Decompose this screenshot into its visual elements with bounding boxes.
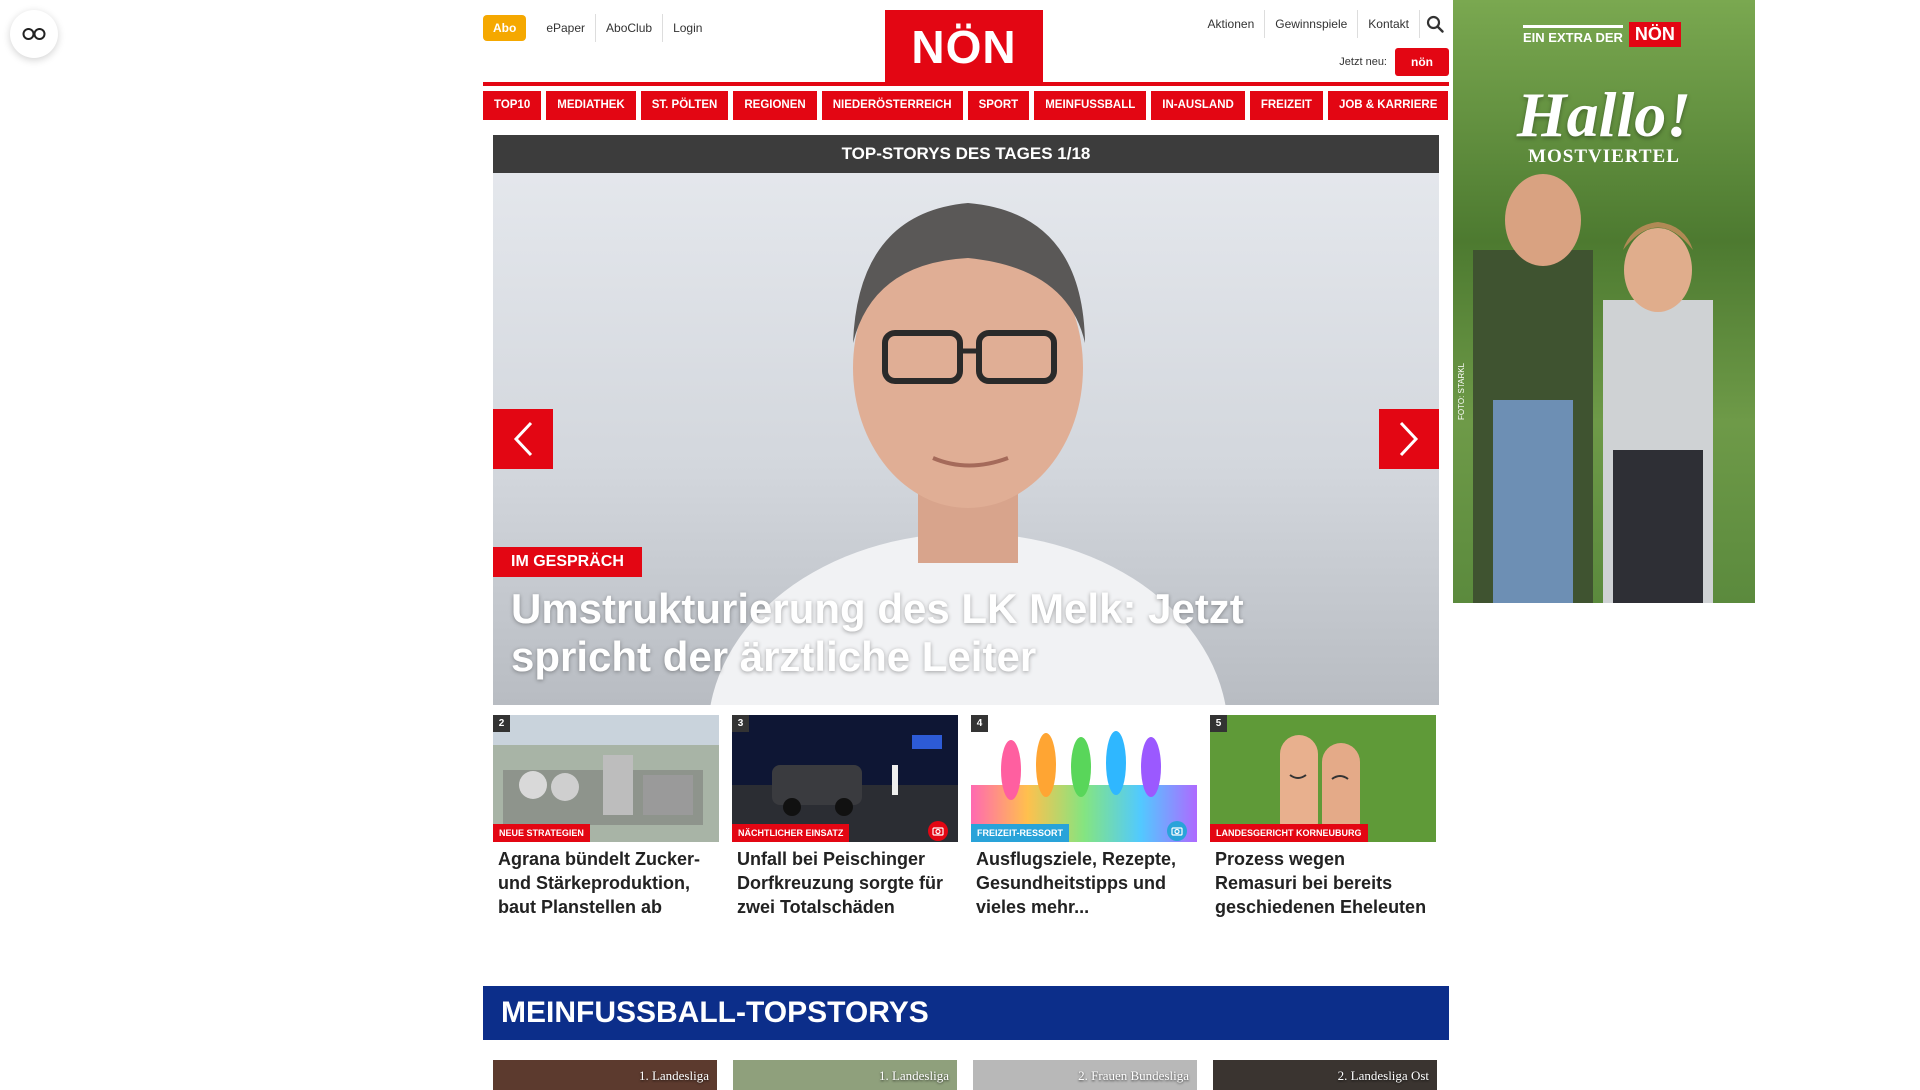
teaser-card[interactable]: 2 NEUE STRATEGIEN Agrana bündelt Zucker-… <box>493 715 719 919</box>
top-storys-bar: TOP-STORYS DES TAGES 1/18 <box>493 135 1439 173</box>
accident-image <box>732 715 958 842</box>
teaser-title[interactable]: Ausflugsziele, Rezepte, Gesundheitstipps… <box>971 842 1197 919</box>
ad-extra-text: EIN EXTRA DER <box>1523 24 1623 45</box>
kontakt-link[interactable]: Kontakt <box>1357 10 1419 38</box>
meinfussball-cards: 1. Landesliga 1. Landesliga 2. Frauen Bu… <box>493 1060 1439 1090</box>
hero-slide[interactable]: IM GESPRÄCH Umstrukturierung des LK Melk… <box>493 173 1439 705</box>
nav-item-job-karriere[interactable]: JOB & KARRIERE <box>1327 91 1449 120</box>
fussball-card-label: 2. Landesliga Ost <box>1337 1068 1429 1083</box>
glasses-icon <box>22 28 46 40</box>
search-icon[interactable] <box>1419 10 1449 38</box>
nav-item-meinfussball[interactable]: MEINFUSSBALL <box>1034 91 1147 120</box>
teaser-kicker: NEUE STRATEGIEN <box>493 824 590 842</box>
epaper-link[interactable]: ePaper <box>536 14 595 42</box>
fussball-card[interactable]: 1. Landesliga <box>493 1060 717 1090</box>
hero-kicker: IM GESPRÄCH <box>493 547 642 577</box>
teaser-number: 2 <box>493 715 510 732</box>
nav-item-st-poelten[interactable]: ST. PÖLTEN <box>640 91 729 120</box>
teaser-image[interactable]: 5 LANDESGERICHT KORNEUBURG <box>1210 715 1436 842</box>
chevron-left-icon <box>513 421 533 457</box>
teaser-number: 3 <box>732 715 749 732</box>
teaser-kicker: NÄCHTLICHER EINSATZ <box>732 824 850 842</box>
nav-item-sport[interactable]: SPORT <box>967 91 1030 120</box>
teaser-kicker: LANDESGERICHT KORNEUBURG <box>1210 824 1368 842</box>
camera-icon <box>928 821 948 841</box>
camera-icon <box>1167 821 1187 841</box>
nav-item-niederoesterreich[interactable]: NIEDERÖSTERREICH <box>821 91 963 120</box>
site-header: Abo ePaper AboClub Login NÖN Aktionen Ge… <box>483 0 1449 86</box>
teaser-card[interactable]: 3 NÄCHTLICHER EINSATZ Unfall bei Peischi… <box>732 715 958 919</box>
freizeit-image <box>971 715 1197 842</box>
mini-noen-logo[interactable]: nön <box>1395 48 1449 76</box>
fussball-card[interactable]: 2. Frauen Bundesliga <box>973 1060 1197 1090</box>
fussball-card-label: 2. Frauen Bundesliga <box>1078 1068 1189 1083</box>
teaser-title[interactable]: Prozess wegen Remasuri bei bereits gesch… <box>1210 842 1436 919</box>
chevron-right-icon <box>1399 421 1419 457</box>
teaser-list: 2 NEUE STRATEGIEN Agrana bündelt Zucker-… <box>493 715 1439 919</box>
ad-noen-logo: NÖN <box>1628 22 1681 47</box>
teaser-title[interactable]: Unfall bei Peischinger Dorfkreuzung sorg… <box>732 842 958 919</box>
fussball-card[interactable]: 2. Landesliga Ost <box>1213 1060 1437 1090</box>
teaser-title[interactable]: Agrana bündelt Zucker- und Stärkeprodukt… <box>493 842 719 919</box>
abo-button[interactable]: Abo <box>483 15 527 41</box>
meinfussball-heading: MEINFUSSBALL-TOPSTORYS <box>483 986 1449 1040</box>
login-link[interactable]: Login <box>662 14 712 42</box>
teaser-card[interactable]: 5 LANDESGERICHT KORNEUBURG Prozess wegen… <box>1210 715 1436 919</box>
teaser-kicker: FREIZEIT-RESSORT <box>971 824 1070 842</box>
aboclub-link[interactable]: AboClub <box>595 14 662 42</box>
hero-title[interactable]: Umstrukturierung des LK Melk: Jetzt spri… <box>511 585 1361 681</box>
teaser-card[interactable]: 4 FREIZEIT-RESSORT Ausflugsziele, Rezept… <box>971 715 1197 919</box>
teaser-number: 4 <box>971 715 988 732</box>
teaser-image[interactable]: 4 FREIZEIT-RESSORT <box>971 715 1197 842</box>
top-links-left: Abo ePaper AboClub Login <box>483 14 712 42</box>
prev-slide-button[interactable] <box>493 409 553 469</box>
ad-subheadline: MOSTVIERTEL <box>1528 146 1680 167</box>
teaser-image[interactable]: 3 NÄCHTLICHER EINSATZ <box>732 715 958 842</box>
header-divider <box>483 82 1449 86</box>
jetzt-neu-label: Jetzt neu: <box>1339 56 1387 68</box>
fussball-card-label: 1. Landesliga <box>638 1068 709 1083</box>
sidebar-ad[interactable]: EIN EXTRA DER NÖN Hallo! MOSTVIERTEL FOT… <box>1453 0 1755 603</box>
ad-extra-badge: EIN EXTRA DER NÖN <box>1523 22 1681 47</box>
next-slide-button[interactable] <box>1379 409 1439 469</box>
nav-item-in-ausland[interactable]: IN-AUSLAND <box>1151 91 1245 120</box>
fingers-image <box>1210 715 1436 842</box>
nav-item-freizeit[interactable]: FREIZEIT <box>1249 91 1323 120</box>
fussball-card[interactable]: 1. Landesliga <box>733 1060 957 1090</box>
factory-image <box>493 715 719 842</box>
aktionen-link[interactable]: Aktionen <box>1198 10 1265 38</box>
ad-photo-credit: FOTO: STARKL <box>1457 362 1466 420</box>
nav-item-top10[interactable]: TOP10 <box>483 91 542 120</box>
reader-mode-button[interactable] <box>10 10 58 58</box>
teaser-image[interactable]: 2 NEUE STRATEGIEN <box>493 715 719 842</box>
main-nav: TOP10 MEDIATHEK ST. PÖLTEN REGIONEN NIED… <box>483 91 1449 120</box>
top-links-right: Aktionen Gewinnspiele Kontakt <box>1198 10 1449 38</box>
teaser-number: 5 <box>1210 715 1227 732</box>
fussball-card-label: 1. Landesliga <box>878 1068 949 1083</box>
gewinnspiele-link[interactable]: Gewinnspiele <box>1264 10 1357 38</box>
ad-headline: Hallo! <box>1516 79 1692 150</box>
nav-item-mediathek[interactable]: MEDIATHEK <box>546 91 636 120</box>
site-logo[interactable]: NÖN <box>885 10 1043 84</box>
jetzt-neu: Jetzt neu: nön <box>1339 48 1449 76</box>
nav-item-regionen[interactable]: REGIONEN <box>733 91 817 120</box>
